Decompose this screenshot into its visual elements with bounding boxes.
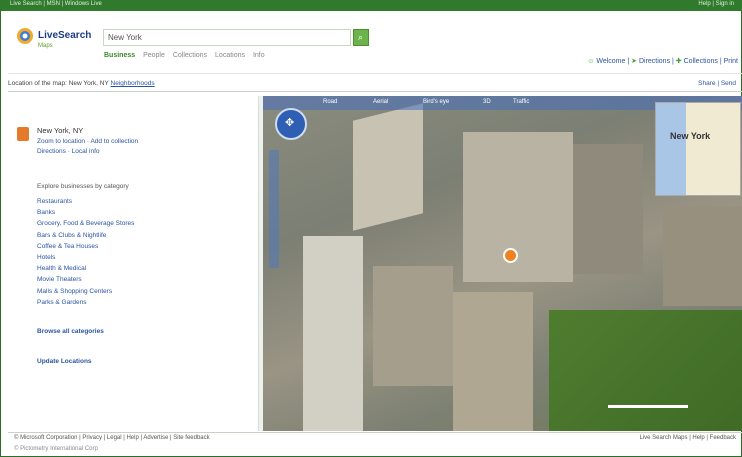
footer-right-links[interactable]: Live Search Maps | Help | Feedback: [640, 435, 737, 441]
subheader-divider: [8, 91, 742, 92]
location-actions[interactable]: Zoom to location · Add to collection: [37, 138, 138, 145]
update-locations-link[interactable]: Update Locations: [37, 358, 92, 365]
nav-item-people[interactable]: People: [143, 52, 165, 59]
nav-item-business[interactable]: Business: [104, 52, 135, 59]
category-item[interactable]: Grocery, Food & Beverage Stores: [37, 218, 134, 229]
header-divider: [8, 73, 742, 74]
map-building: [373, 266, 453, 386]
location-pin-icon: [17, 127, 29, 141]
category-item[interactable]: Parks & Gardens: [37, 297, 134, 308]
browse-all-categories-link[interactable]: Browse all categories: [37, 328, 104, 335]
map-building: [463, 132, 573, 282]
top-utility-bar: Live Search | MSN | Windows Live Help | …: [0, 0, 742, 11]
live-search-logo-icon: [17, 28, 33, 44]
nav-item-locations[interactable]: Locations: [215, 52, 245, 59]
search-nav: Business People Collections Locations In…: [104, 52, 271, 59]
map-tool-aerial[interactable]: Aerial: [373, 99, 388, 105]
brand-sub: Maps: [38, 43, 53, 49]
results-panel: New York, NY Zoom to location · Add to c…: [8, 96, 258, 431]
welcome-link[interactable]: Welcome: [596, 58, 625, 65]
category-item[interactable]: Restaurants: [37, 196, 134, 207]
footer-divider: [8, 432, 742, 433]
search-button[interactable]: ⌕: [353, 29, 369, 46]
category-item[interactable]: Banks: [37, 207, 134, 218]
directions-link[interactable]: Directions: [639, 58, 670, 65]
brand-name: LiveSearch: [38, 30, 92, 41]
top-right-links[interactable]: Help | Sign in: [698, 1, 734, 7]
map-building: [303, 236, 363, 431]
share-links[interactable]: Share | Send: [698, 80, 736, 87]
header-actions: ☺ Welcome | ➤ Directions | ✚ Collections…: [587, 58, 738, 65]
map-canvas[interactable]: Road Aerial Bird's eye 3D Traffic ✥ New …: [263, 96, 742, 431]
map-tool-road[interactable]: Road: [323, 99, 337, 105]
map-building: [663, 206, 742, 306]
footer-copyright: © Pictometry International Corp: [14, 446, 98, 452]
nav-item-info[interactable]: Info: [253, 52, 265, 59]
nav-item-collections[interactable]: Collections: [173, 52, 207, 59]
map-building: [353, 103, 423, 231]
subheader-text: Location of the map: New York, NY: [8, 80, 109, 87]
map-building: [453, 292, 533, 431]
category-item[interactable]: Hotels: [37, 252, 134, 263]
category-heading: Explore businesses by category: [37, 183, 129, 190]
location-actions-2[interactable]: Directions · Local info: [37, 148, 100, 155]
map-pin-icon[interactable]: [503, 248, 518, 263]
category-item[interactable]: Movie Theaters: [37, 274, 134, 285]
search-value: New York: [108, 33, 142, 42]
compass-icon[interactable]: ✥: [275, 108, 307, 140]
footer-links[interactable]: © Microsoft Corporation | Privacy | Lega…: [14, 435, 210, 441]
location-title[interactable]: New York, NY: [37, 126, 83, 135]
directions-icon: ➤: [631, 58, 637, 65]
category-item[interactable]: Coffee & Tea Houses: [37, 241, 134, 252]
map-building: [573, 144, 643, 274]
subheader: Location of the map: New York, NY Neighb…: [8, 80, 155, 87]
map-tool-traffic[interactable]: Traffic: [513, 99, 529, 105]
neighborhoods-link[interactable]: Neighborhoods: [111, 80, 155, 87]
map-scale-bar: [608, 405, 688, 408]
category-item[interactable]: Health & Medical: [37, 263, 134, 274]
minimap-water: [656, 103, 686, 195]
category-list: Restaurants Banks Grocery, Food & Bevera…: [37, 196, 134, 308]
category-item[interactable]: Malls & Shopping Centers: [37, 286, 134, 297]
collections-link[interactable]: Collections: [684, 58, 718, 65]
search-icon: ⌕: [358, 32, 364, 42]
map-tool-3d[interactable]: 3D: [483, 99, 491, 105]
top-links[interactable]: Live Search | MSN | Windows Live: [10, 1, 102, 7]
search-input[interactable]: New York: [103, 29, 351, 46]
print-link[interactable]: Print: [724, 58, 738, 65]
mini-map[interactable]: New York: [655, 102, 741, 196]
collections-icon: ✚: [675, 58, 682, 65]
zoom-slider[interactable]: [269, 150, 279, 268]
welcome-icon: ☺: [587, 58, 595, 65]
minimap-label: New York: [670, 131, 711, 141]
category-item[interactable]: Bars & Clubs & Nightlife: [37, 230, 134, 241]
map-park: [549, 310, 742, 431]
map-tool-birdseye[interactable]: Bird's eye: [423, 99, 449, 105]
